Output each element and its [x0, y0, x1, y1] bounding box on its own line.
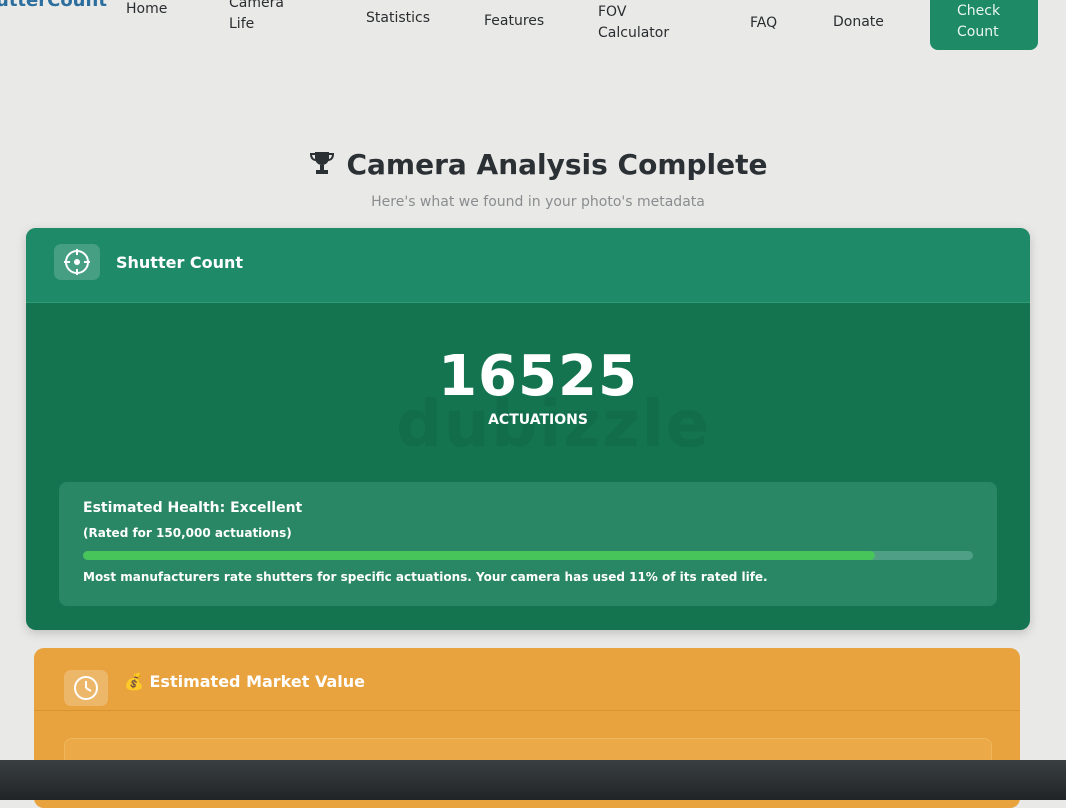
nav-faq[interactable]: FAQ: [750, 13, 777, 34]
check-count-line1: Check: [957, 3, 1001, 19]
nav-fov-line1: FOV: [598, 4, 627, 20]
shutter-count-card: Shutter Count dubizzle 16525 ACTUATIONS …: [26, 228, 1030, 630]
market-card-title: 💰 Estimated Market Value: [124, 672, 365, 691]
nav-features[interactable]: Features: [484, 11, 544, 32]
nav-camera-life[interactable]: Camera Life: [229, 0, 284, 35]
shutter-count-value: 16525: [438, 344, 638, 409]
check-count-line2: Count: [957, 24, 999, 40]
monitor-bezel: [0, 760, 1066, 800]
shutter-card-header: Shutter Count: [26, 228, 1030, 303]
health-panel: Estimated Health: Excellent (Rated for 1…: [59, 482, 997, 606]
target-icon: [54, 244, 100, 280]
shutter-count-unit: ACTUATIONS: [488, 412, 588, 428]
nav-donate[interactable]: Donate: [833, 12, 884, 33]
market-card-header: 💰 Estimated Market Value: [34, 648, 1020, 711]
health-title: Estimated Health: Excellent: [83, 500, 303, 516]
page-title: Camera Analysis Complete: [0, 148, 1066, 184]
page-subtitle: Here's what we found in your photo's met…: [371, 194, 705, 210]
nav-fov-calculator[interactable]: FOV Calculator: [598, 2, 669, 44]
health-note: Most manufacturers rate shutters for spe…: [83, 570, 768, 584]
nav-fov-line2: Calculator: [598, 25, 670, 41]
top-navigation: utterCount Home Camera Life Statistics F…: [0, 0, 1066, 60]
health-progress-bar: [83, 551, 973, 560]
nav-home[interactable]: Home: [126, 0, 167, 20]
check-count-button[interactable]: Check Count: [930, 0, 1038, 50]
nav-camera-life-line1: Camera: [229, 0, 284, 11]
nav-camera-life-line2: Life: [229, 16, 255, 32]
clock-icon: [64, 670, 108, 706]
nav-statistics[interactable]: Statistics: [366, 8, 430, 29]
page-title-text: Camera Analysis Complete: [346, 148, 768, 181]
health-progress-fill: [83, 551, 876, 560]
trophy-icon: [308, 149, 336, 184]
health-rating: (Rated for 150,000 actuations): [83, 526, 292, 540]
shutter-card-title: Shutter Count: [116, 253, 244, 272]
brand-logo[interactable]: utterCount: [0, 0, 107, 11]
